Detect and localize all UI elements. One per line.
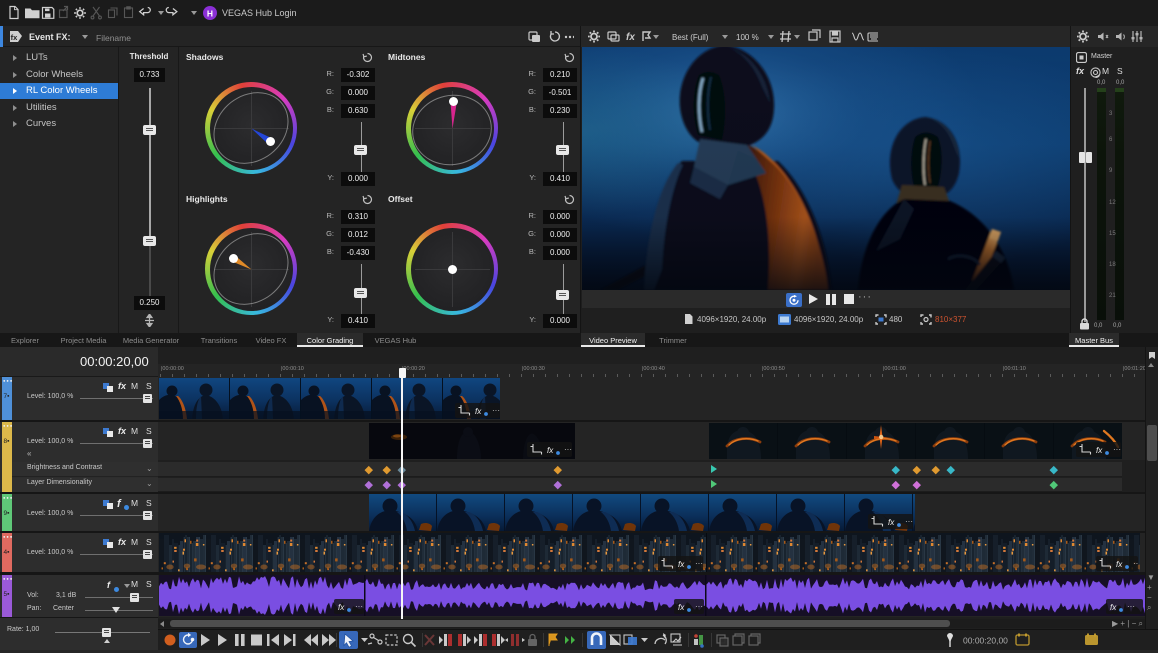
svg-text:fx: fx [11,33,18,42]
svg-text:H: H [207,8,213,18]
svg-text:00:00:20,00: 00:00:20,00 [963,636,1008,646]
svg-text:fx: fx [626,32,635,43]
